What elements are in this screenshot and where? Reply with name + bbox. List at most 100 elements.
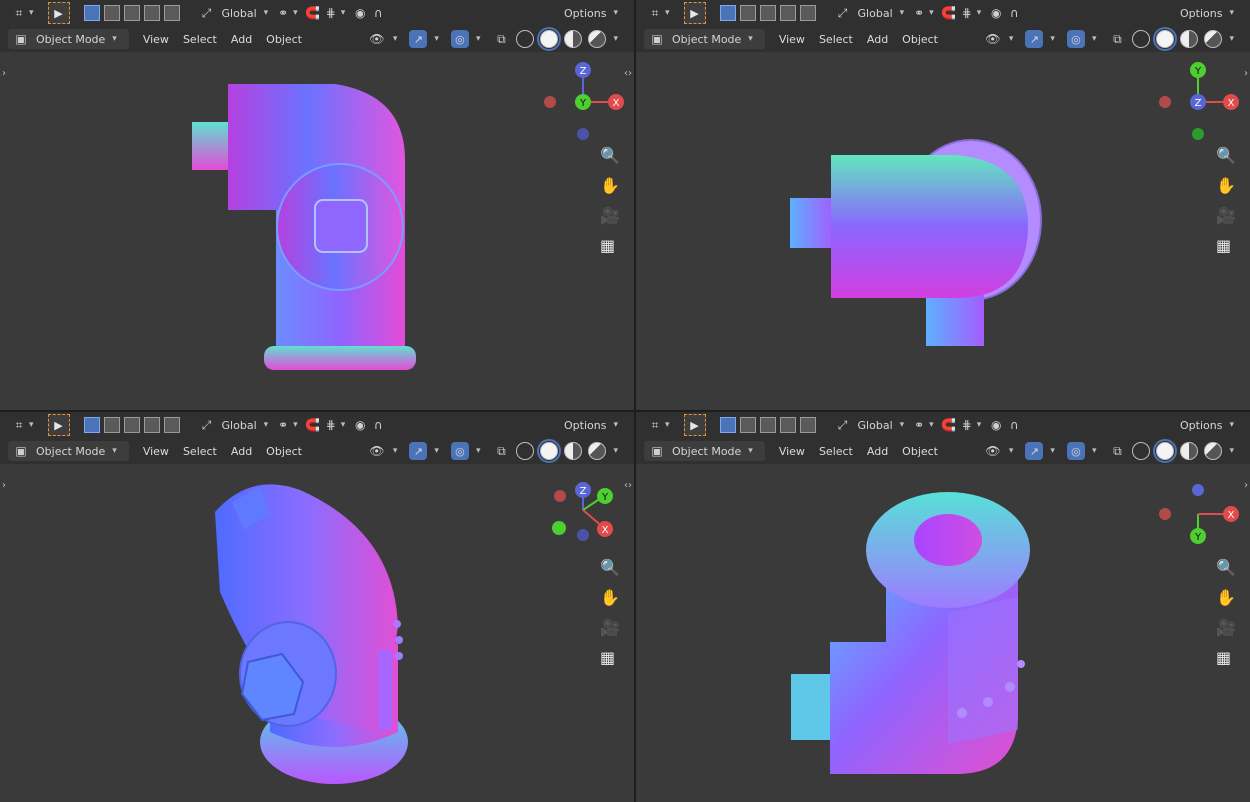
transform-orientation-dropdown[interactable]: ⤢ Global ▾ xyxy=(198,416,275,434)
chevron-down-icon[interactable]: ▾ xyxy=(1229,446,1234,456)
visibility-icon[interactable]: 👁 xyxy=(368,30,386,48)
transform-orientation-dropdown[interactable]: ⤢ Global ▾ xyxy=(198,4,275,22)
options-dropdown[interactable]: Options ▾ xyxy=(564,7,624,20)
snap-increment-icon[interactable]: ⋕ xyxy=(958,4,976,22)
visibility-icon[interactable]: 👁 xyxy=(368,442,386,460)
select-tool-button[interactable]: ▶ xyxy=(683,414,706,436)
visibility-icon[interactable]: 👁 xyxy=(984,30,1002,48)
grid-icon[interactable]: ▦ xyxy=(600,236,620,255)
chevron-down-icon[interactable]: ▾ xyxy=(1050,34,1055,44)
snap-increment-icon[interactable]: ⋕ xyxy=(958,416,976,434)
material-shading-icon[interactable] xyxy=(1180,442,1199,460)
select-mode-extend-icon[interactable] xyxy=(739,5,756,21)
chevron-down-icon[interactable]: ▾ xyxy=(393,446,398,456)
select-mode-intersect-icon[interactable] xyxy=(163,5,180,21)
menu-view[interactable]: View xyxy=(143,445,169,458)
snap-icon[interactable]: 🧲 xyxy=(304,4,322,22)
viewport-canvas[interactable]: X Y xyxy=(636,464,1250,802)
proportional-edit-icon[interactable]: ◉ xyxy=(351,4,369,22)
menu-view[interactable]: View xyxy=(779,33,805,46)
wireframe-shading-icon[interactable] xyxy=(1132,30,1151,48)
chevron-down-icon[interactable]: ▾ xyxy=(476,446,481,456)
chevron-down-icon[interactable]: ▾ xyxy=(1050,446,1055,456)
camera-icon[interactable]: 🎥 xyxy=(600,206,620,225)
grid-icon[interactable]: ▦ xyxy=(1216,236,1236,255)
pan-hand-icon[interactable]: ✋ xyxy=(1216,176,1236,195)
xray-toggle-icon[interactable]: ⧉ xyxy=(492,30,510,48)
select-mode-intersect-icon[interactable] xyxy=(799,417,816,433)
menu-view[interactable]: View xyxy=(779,445,805,458)
options-dropdown[interactable]: Options ▾ xyxy=(564,419,624,432)
proportional-edit-icon[interactable]: ◉ xyxy=(987,416,1005,434)
overlay-toggle-icon[interactable]: ◎ xyxy=(450,442,469,460)
material-shading-icon[interactable] xyxy=(564,30,583,48)
transform-orientation-dropdown[interactable]: ⤢ Global ▾ xyxy=(834,416,911,434)
snap-increment-icon[interactable]: ⋕ xyxy=(322,416,340,434)
chevron-down-icon[interactable]: ▾ xyxy=(977,8,982,18)
zoom-icon[interactable]: 🔍 xyxy=(1216,558,1236,577)
select-mode-subtract-icon[interactable] xyxy=(759,417,776,433)
menu-view[interactable]: View xyxy=(143,33,169,46)
xray-toggle-icon[interactable]: ⧉ xyxy=(1108,442,1126,460)
hydrant-model-bottom[interactable] xyxy=(791,492,1030,774)
select-tool-button[interactable]: ▶ xyxy=(683,2,706,24)
select-mode-new-icon[interactable] xyxy=(719,5,736,21)
select-tool-button[interactable]: ▶ xyxy=(47,2,70,24)
select-mode-new-icon[interactable] xyxy=(83,5,100,21)
solid-shading-icon[interactable] xyxy=(1153,27,1178,51)
viewport-perspective[interactable]: ⌗▾ ▶ ⤢ Global ▾ ⚭▾ 🧲⋕▾ ◉ ∩ Options ▾ xyxy=(0,412,634,802)
rendered-shading-icon[interactable] xyxy=(1204,442,1223,460)
select-mode-extend-icon[interactable] xyxy=(103,417,120,433)
menu-object[interactable]: Object xyxy=(266,33,302,46)
chevron-down-icon[interactable]: ▾ xyxy=(1092,34,1097,44)
chevron-down-icon[interactable]: ▾ xyxy=(434,34,439,44)
chevron-down-icon[interactable]: ▾ xyxy=(665,8,670,18)
pivot-icon[interactable]: ⚭ xyxy=(274,4,292,22)
rendered-shading-icon[interactable] xyxy=(588,442,607,460)
wireframe-shading-icon[interactable] xyxy=(516,442,535,460)
navigation-gizmo[interactable]: Z Y X xyxy=(552,482,613,541)
wireframe-shading-icon[interactable] xyxy=(1132,442,1151,460)
mode-dropdown[interactable]: ▣ Object Mode ▾ xyxy=(644,441,765,461)
select-mode-subtract-icon[interactable] xyxy=(123,5,140,21)
viewport-canvas[interactable]: Y Z X xyxy=(636,52,1250,410)
viewport-bottom[interactable]: ⌗▾ ▶ ⤢ Global ▾ ⚭▾ 🧲⋕▾ ◉ ∩ Options ▾ xyxy=(636,412,1250,802)
chevron-down-icon[interactable]: ▾ xyxy=(293,420,298,430)
chevron-down-icon[interactable]: ▾ xyxy=(341,420,346,430)
falloff-icon[interactable]: ∩ xyxy=(369,416,387,434)
gizmo-toggle-icon[interactable]: ↗ xyxy=(1025,30,1044,48)
select-mode-new-icon[interactable] xyxy=(83,417,100,433)
select-mode-subtract-icon[interactable] xyxy=(759,5,776,21)
xray-toggle-icon[interactable]: ⧉ xyxy=(1108,30,1126,48)
overlay-toggle-icon[interactable]: ◎ xyxy=(1066,442,1085,460)
snap-increment-icon[interactable]: ⋕ xyxy=(322,4,340,22)
chevron-down-icon[interactable]: ▾ xyxy=(613,34,618,44)
select-mode-subtract-icon[interactable] xyxy=(123,417,140,433)
menu-select[interactable]: Select xyxy=(183,445,217,458)
zoom-icon[interactable]: 🔍 xyxy=(600,146,620,165)
material-shading-icon[interactable] xyxy=(1180,30,1199,48)
select-mode-invert-icon[interactable] xyxy=(143,5,160,21)
pan-hand-icon[interactable]: ✋ xyxy=(600,588,620,607)
falloff-icon[interactable]: ∩ xyxy=(1005,416,1023,434)
viewport-canvas[interactable]: Z Y X xyxy=(0,52,634,410)
chevron-down-icon[interactable]: ▾ xyxy=(393,34,398,44)
rendered-shading-icon[interactable] xyxy=(588,30,607,48)
zoom-icon[interactable]: 🔍 xyxy=(600,558,620,577)
pan-hand-icon[interactable]: ✋ xyxy=(1216,588,1236,607)
gizmo-toggle-icon[interactable]: ↗ xyxy=(409,30,428,48)
xray-toggle-icon[interactable]: ⧉ xyxy=(492,442,510,460)
select-mode-intersect-icon[interactable] xyxy=(163,417,180,433)
viewport-canvas[interactable]: Z Y X xyxy=(0,464,634,802)
chevron-down-icon[interactable]: ▾ xyxy=(929,420,934,430)
overlay-toggle-icon[interactable]: ◎ xyxy=(1066,30,1085,48)
grid-icon[interactable]: ▦ xyxy=(1216,648,1236,667)
grid-icon[interactable]: ▦ xyxy=(600,648,620,667)
chevron-down-icon[interactable]: ▾ xyxy=(613,446,618,456)
menu-select[interactable]: Select xyxy=(819,33,853,46)
menu-object[interactable]: Object xyxy=(266,445,302,458)
menu-object[interactable]: Object xyxy=(902,33,938,46)
hydrant-model-top[interactable] xyxy=(790,139,1042,346)
editor-type-icon[interactable]: ⌗ xyxy=(10,416,28,434)
options-dropdown[interactable]: Options ▾ xyxy=(1180,419,1240,432)
